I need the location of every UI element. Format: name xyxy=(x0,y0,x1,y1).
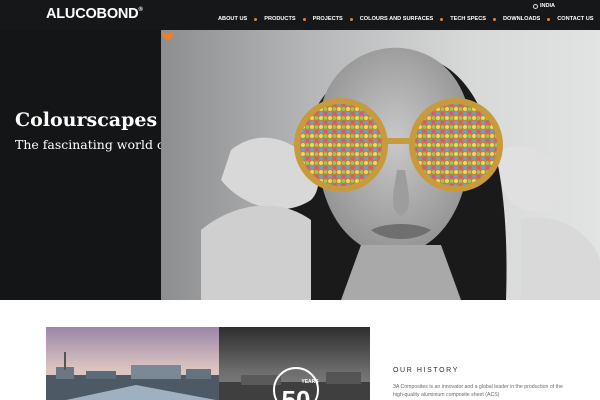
factory-skyline-photo: YEARS 50 xyxy=(46,327,370,400)
nav-separator xyxy=(492,17,496,21)
site-header: ALUCOBOND® INDIA ABOUT US PRODUCTS PROJE… xyxy=(0,0,600,30)
alucobond-logo[interactable]: ALUCOBOND® xyxy=(46,6,143,22)
nav-downloads[interactable]: DOWNLOADS xyxy=(503,16,540,22)
globe-icon xyxy=(533,3,538,9)
nav-separator xyxy=(440,17,444,21)
nav-colours-and-surfaces[interactable]: COLOURS AND SURFACES xyxy=(360,16,433,22)
woman-with-jeweled-glasses-illustration xyxy=(201,47,600,300)
region-label: INDIA xyxy=(540,3,555,9)
logo-text: ALUCOBOND xyxy=(46,6,139,22)
history-heading: OUR HISTORY xyxy=(393,367,459,374)
history-body: 3A Composites is an innovator and a glob… xyxy=(393,384,563,398)
region-selector[interactable]: INDIA xyxy=(533,3,555,9)
history-image: YEARS 50 xyxy=(46,327,370,400)
badge-number: 50 xyxy=(282,385,311,400)
hero-title: Colourscapes xyxy=(15,109,158,131)
nav-about-us[interactable]: ABOUT US xyxy=(218,16,247,22)
nav-separator xyxy=(349,17,353,21)
main-nav: ABOUT US PRODUCTS PROJECTS COLOURS AND S… xyxy=(218,16,594,22)
registered-mark: ® xyxy=(138,7,143,13)
nav-separator xyxy=(547,17,551,21)
nav-separator xyxy=(254,17,258,21)
nav-tech-specs[interactable]: TECH SPECS xyxy=(450,16,486,22)
nav-contact-us[interactable]: CONTACT US xyxy=(557,16,593,22)
fox-logo-icon xyxy=(162,31,174,41)
nav-separator xyxy=(302,17,306,21)
hero-text-panel: Colourscapes The fascinating world of hu… xyxy=(0,30,207,300)
nav-products[interactable]: PRODUCTS xyxy=(264,16,295,22)
hero-banner: Colourscapes The fascinating world of hu… xyxy=(0,30,600,300)
nav-projects[interactable]: PROJECTS xyxy=(313,16,343,22)
hero-image xyxy=(161,30,600,300)
